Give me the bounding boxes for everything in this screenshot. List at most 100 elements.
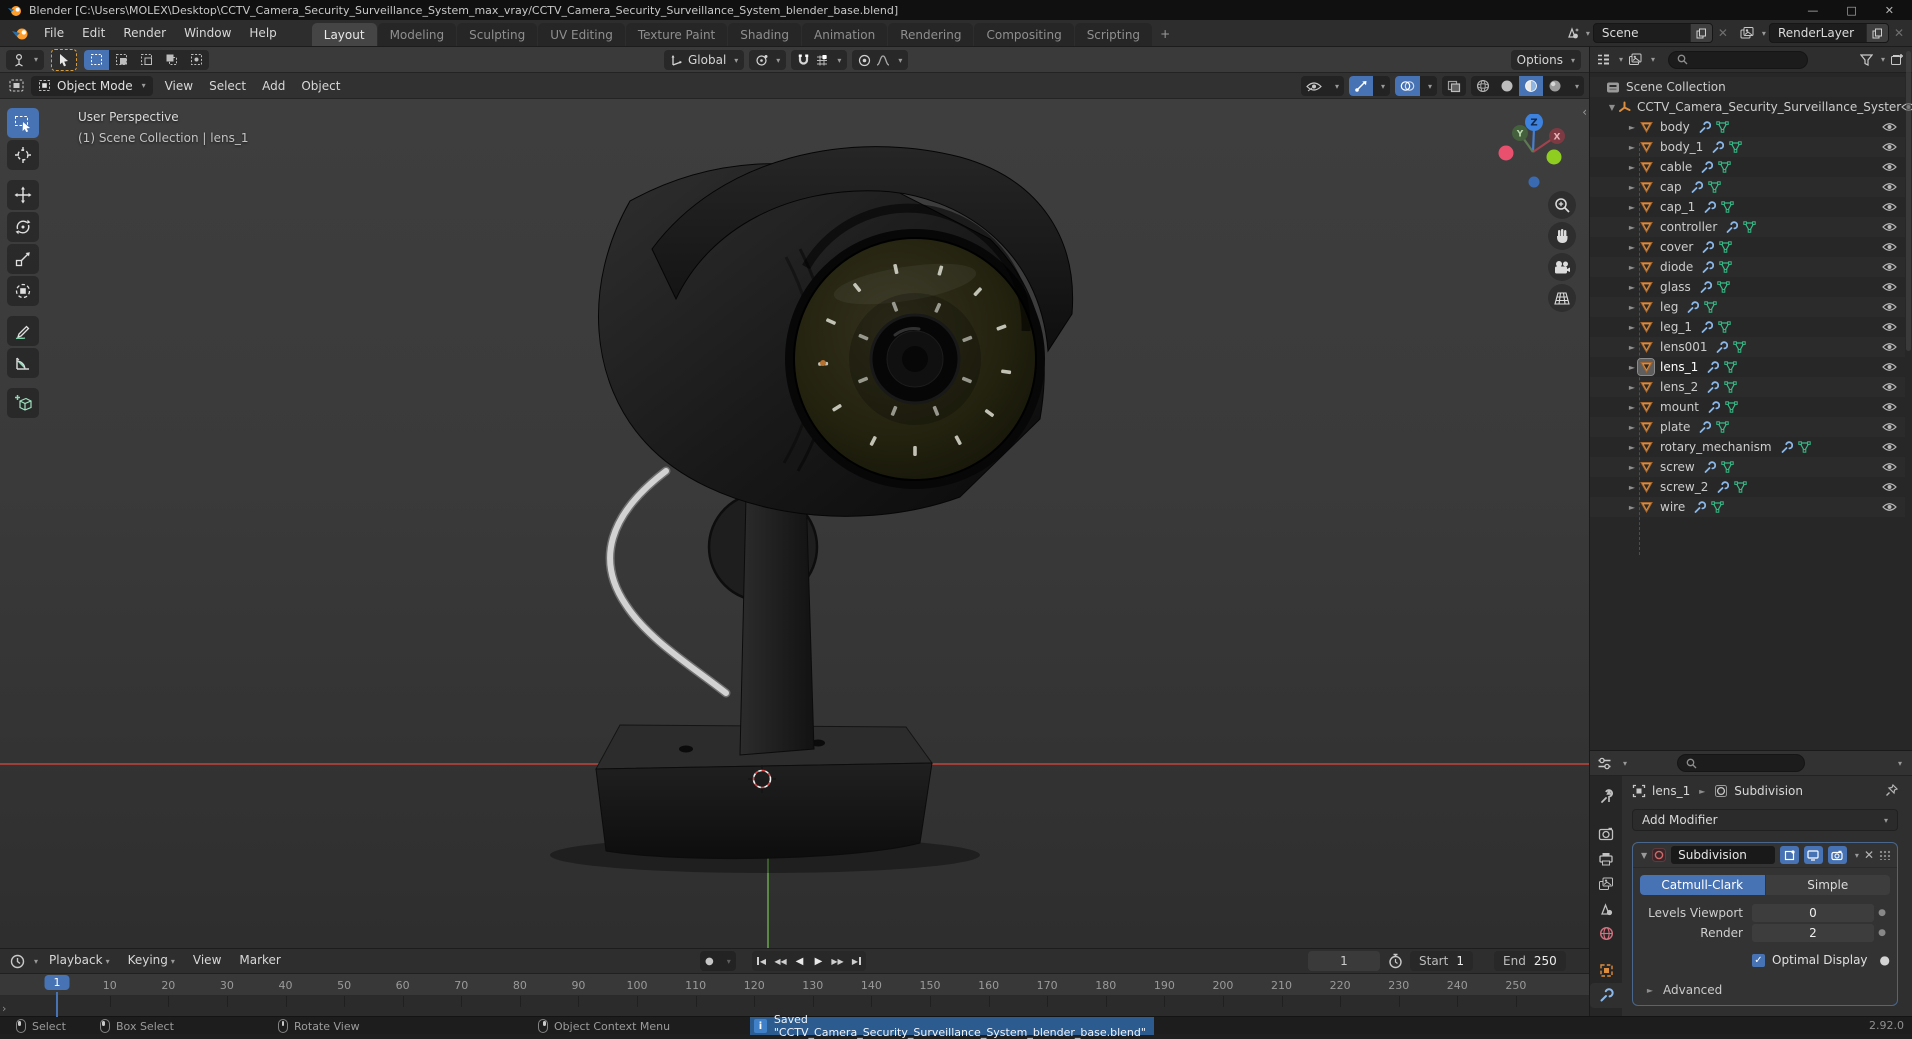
- outliner-row-lens-1[interactable]: ► lens_1: [1590, 357, 1905, 377]
- show-overlays-toggle[interactable]: [1394, 76, 1420, 96]
- tool-transform[interactable]: [7, 276, 39, 306]
- modifier-close-icon[interactable]: ✕: [1864, 848, 1874, 862]
- auto-keying-record-icon[interactable]: ●: [700, 951, 719, 971]
- edit-mode-display-toggle[interactable]: [1779, 846, 1799, 864]
- visibility-eye-icon[interactable]: [1882, 242, 1897, 252]
- tab-scene[interactable]: [1590, 896, 1622, 921]
- expand-arrow-icon[interactable]: ►: [1626, 263, 1638, 272]
- scene-copy-icon[interactable]: [1689, 24, 1712, 42]
- minimize-icon[interactable]: —: [1807, 4, 1818, 17]
- scene-unlink-icon[interactable]: ✕: [1716, 26, 1730, 40]
- expand-arrow-icon[interactable]: ►: [1626, 423, 1638, 432]
- visibility-eye-icon[interactable]: [1882, 422, 1897, 432]
- animate-dot-icon[interactable]: ●: [1880, 953, 1890, 967]
- frame-ruler[interactable]: 10 20 30 40 50 60 70 80 90 100 110 120 130 140 150 160 1…: [0, 974, 1589, 996]
- outliner-row-scene-collection[interactable]: Scene Collection: [1590, 77, 1905, 97]
- tool-annotate[interactable]: [7, 316, 39, 346]
- visibility-eye-icon[interactable]: [1882, 222, 1897, 232]
- workspace-tab-sculpting[interactable]: Sculpting: [457, 23, 538, 46]
- transform-orientation-button[interactable]: Global ▾: [664, 50, 745, 70]
- filter-dropdown-icon[interactable]: ▾: [1881, 55, 1885, 64]
- menu-window[interactable]: Window: [175, 20, 240, 46]
- pivot-point-button[interactable]: ▾: [749, 50, 787, 70]
- overlays-dropdown-icon[interactable]: ▾: [1423, 76, 1437, 96]
- viewport-menu-select[interactable]: Select: [201, 74, 254, 98]
- add-modifier-dropdown[interactable]: Add Modifier ▾: [1632, 809, 1898, 831]
- shading-material-button[interactable]: [1518, 76, 1543, 96]
- next-keyframe-button[interactable]: ▶▶: [828, 951, 847, 971]
- tab-tool[interactable]: [1590, 784, 1622, 809]
- levels-viewport-field[interactable]: 0: [1752, 903, 1874, 922]
- tool-rotate[interactable]: [7, 212, 39, 242]
- visibility-eye-icon[interactable]: [1882, 442, 1897, 452]
- visibility-eye-icon[interactable]: [1882, 302, 1897, 312]
- expand-arrow-icon[interactable]: ►: [1626, 363, 1638, 372]
- visibility-eye-icon[interactable]: [1882, 502, 1897, 512]
- play-reverse-button[interactable]: ◀: [790, 951, 809, 971]
- tool-scale[interactable]: [7, 244, 39, 274]
- tool-select-box[interactable]: [7, 108, 39, 138]
- workspace-tab-texture-paint[interactable]: Texture Paint: [625, 23, 728, 46]
- outliner-row-lens001[interactable]: ► lens001: [1590, 337, 1905, 357]
- expand-arrow-icon[interactable]: ►: [1626, 123, 1638, 132]
- outliner-row-collection[interactable]: ▼ CCTV_Camera_Security_Surveillance_Syst…: [1590, 97, 1912, 117]
- expand-arrow-icon[interactable]: ►: [1626, 403, 1638, 412]
- visibility-eye-icon[interactable]: [1882, 282, 1897, 292]
- visibility-eye-icon[interactable]: [1882, 122, 1897, 132]
- outliner-row-lens-2[interactable]: ► lens_2: [1590, 377, 1905, 397]
- expand-arrow-icon[interactable]: ►: [1626, 323, 1638, 332]
- outliner-row-plate[interactable]: ► plate: [1590, 417, 1905, 437]
- expand-arrow-icon[interactable]: ►: [1626, 343, 1638, 352]
- workspace-tab-rendering[interactable]: Rendering: [888, 23, 974, 46]
- active-tool-indicator[interactable]: [51, 48, 78, 71]
- visibility-eye-icon[interactable]: [1882, 482, 1897, 492]
- properties-options-dropdown-icon[interactable]: ▾: [1898, 759, 1902, 768]
- view-layer-remove-icon[interactable]: ✕: [1892, 26, 1906, 40]
- workspace-tab-scripting[interactable]: Scripting: [1074, 23, 1153, 46]
- tab-view-layer[interactable]: [1590, 871, 1622, 896]
- visibility-eye-icon[interactable]: [1882, 162, 1897, 172]
- expand-arrow-icon[interactable]: ►: [1626, 163, 1638, 172]
- modifier-extras-dropdown-icon[interactable]: ▾: [1855, 851, 1859, 860]
- breadcrumb-modifier[interactable]: Subdivision: [1734, 784, 1803, 798]
- visibility-eye-icon[interactable]: [1882, 462, 1897, 472]
- expand-arrow-icon[interactable]: ►: [1626, 483, 1638, 492]
- zoom-button[interactable]: [1548, 191, 1576, 219]
- outliner-display-mode-icon[interactable]: [1628, 53, 1643, 66]
- outliner-row-screw[interactable]: ► screw: [1590, 457, 1905, 477]
- stopwatch-icon[interactable]: [1388, 953, 1403, 969]
- tool-cursor[interactable]: [7, 140, 39, 170]
- snap-button-group[interactable]: ▾: [791, 50, 848, 70]
- play-button[interactable]: ▶: [809, 951, 828, 971]
- menu-help[interactable]: Help: [240, 20, 285, 46]
- new-collection-icon[interactable]: [1890, 53, 1904, 66]
- outliner-row-wire[interactable]: ► wire: [1590, 497, 1905, 517]
- outliner-row-body[interactable]: ► body: [1590, 117, 1905, 137]
- expand-arrow-icon[interactable]: ►: [1626, 203, 1638, 212]
- visibility-eye-icon[interactable]: [1882, 402, 1897, 412]
- render-display-toggle[interactable]: [1827, 846, 1847, 864]
- viewport-menu-add[interactable]: Add: [254, 74, 293, 98]
- expand-arrow-icon[interactable]: ►: [1626, 143, 1638, 152]
- properties-editor-type-icon[interactable]: [1597, 757, 1612, 770]
- outliner-row-leg-1[interactable]: ► leg_1: [1590, 317, 1905, 337]
- modifier-name-field[interactable]: Subdivision: [1671, 846, 1775, 864]
- shading-dropdown-icon[interactable]: ▾: [1570, 76, 1584, 96]
- tab-modifiers[interactable]: [1590, 983, 1622, 1008]
- expand-arrow-icon[interactable]: ►: [1626, 283, 1638, 292]
- jump-to-end-button[interactable]: ▶: [847, 951, 866, 971]
- pin-icon[interactable]: [1885, 784, 1898, 798]
- timeline-expand-arrow[interactable]: ›: [2, 1002, 6, 1015]
- current-frame-indicator[interactable]: 1: [44, 975, 70, 990]
- animate-dot-icon[interactable]: ●: [1874, 908, 1890, 918]
- outliner-row-rotary-mechanism[interactable]: ► rotary_mechanism: [1590, 437, 1905, 457]
- filter-funnel-icon[interactable]: [1859, 53, 1873, 66]
- pan-hand-button[interactable]: [1548, 222, 1576, 250]
- outliner-row-leg[interactable]: ► leg: [1590, 297, 1905, 317]
- camera-view-button[interactable]: [1548, 253, 1576, 281]
- outliner-row-screw-2[interactable]: ► screw_2: [1590, 477, 1905, 497]
- workspace-tab-layout[interactable]: Layout: [311, 23, 377, 46]
- shading-wireframe-button[interactable]: [1471, 76, 1495, 96]
- visibility-eye-icon[interactable]: [1882, 362, 1897, 372]
- workspace-tab-modeling[interactable]: Modeling: [377, 23, 457, 46]
